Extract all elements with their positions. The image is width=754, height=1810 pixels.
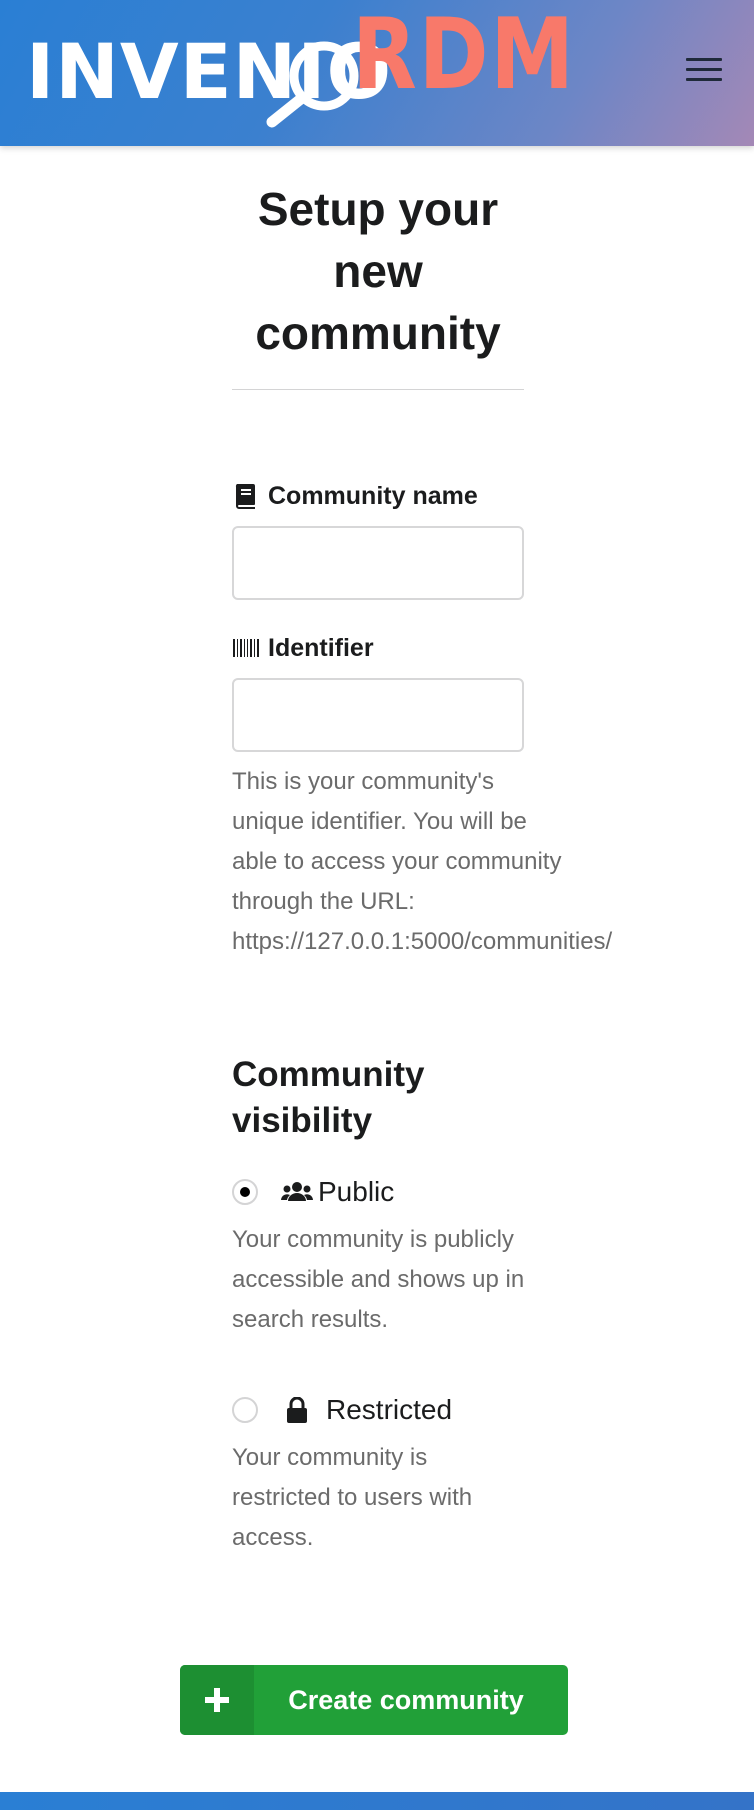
community-name-input[interactable]	[232, 526, 524, 600]
visibility-section-title: Community visibility	[232, 1055, 425, 1140]
visibility-option-restricted[interactable]: Restricted	[232, 1393, 452, 1427]
community-name-label-text: Community name	[268, 482, 478, 510]
title-divider	[232, 389, 524, 390]
barcode-icon	[233, 639, 259, 657]
create-community-button[interactable]: Create community	[180, 1665, 568, 1735]
public-label: Public	[318, 1176, 395, 1207]
identifier-input[interactable]	[232, 678, 524, 752]
create-community-label: Create community	[288, 1684, 524, 1715]
lock-icon	[287, 1397, 307, 1423]
plus-icon	[180, 1665, 254, 1735]
footer-bar	[0, 1792, 754, 1810]
public-description: Your community is publicly accessible an…	[232, 1226, 525, 1333]
identifier-label: Identifier	[232, 632, 374, 664]
public-radio[interactable]	[232, 1179, 258, 1205]
restricted-description: Your community is restricted to users wi…	[232, 1444, 473, 1551]
visibility-option-public[interactable]: Public	[232, 1175, 394, 1209]
hamburger-menu-icon[interactable]	[680, 52, 724, 88]
community-name-label: Community name	[232, 480, 478, 512]
restricted-radio[interactable]	[232, 1397, 258, 1423]
identifier-help-text: This is your community's unique identifi…	[232, 768, 613, 955]
restricted-label: Restricted	[326, 1394, 453, 1425]
users-icon	[281, 1182, 313, 1201]
identifier-label-text: Identifier	[268, 634, 374, 662]
page-title: Setup your new community	[255, 183, 501, 359]
site-header: INVENIO RDM	[0, 0, 754, 146]
logo-text-rdm: RDM	[352, 0, 576, 112]
book-icon	[235, 484, 255, 509]
